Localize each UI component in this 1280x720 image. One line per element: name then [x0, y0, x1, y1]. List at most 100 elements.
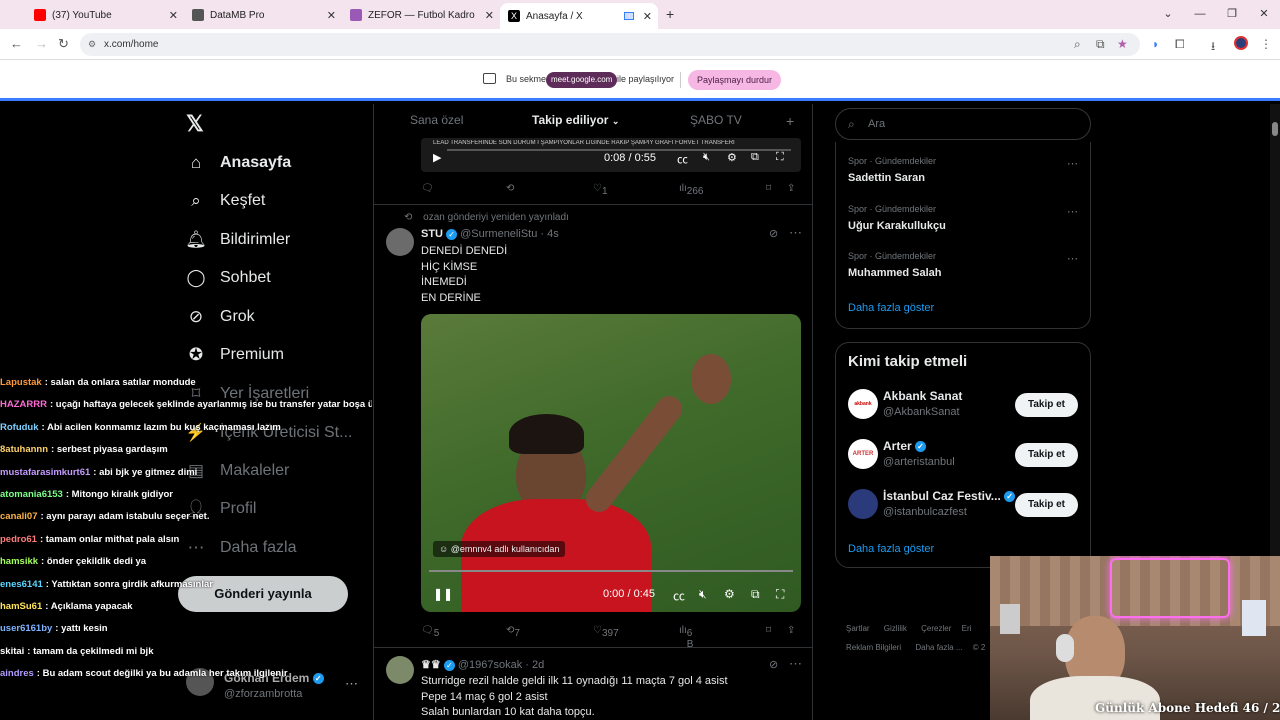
nav-explore[interactable]: ⌕ Keşfet	[186, 186, 265, 216]
download-icon[interactable]: ⭳	[1211, 37, 1215, 58]
star-icon[interactable]: ★	[1117, 37, 1128, 51]
grok-icon[interactable]: ⊘	[769, 227, 778, 240]
post-more-icon[interactable]: ⋯	[789, 656, 802, 672]
search-input[interactable]: ⌕ Ara	[835, 108, 1091, 140]
account-name[interactable]: Arter ✓	[883, 439, 927, 453]
trends-show-more-link[interactable]: Daha fazla göster	[848, 302, 934, 314]
captions-icon[interactable]: ㏄	[677, 151, 688, 167]
post-time[interactable]: 4s	[547, 228, 559, 240]
follow-button[interactable]: Takip et	[1015, 393, 1078, 417]
post-time[interactable]: 2d	[532, 659, 544, 671]
reload-icon[interactable]: ↻	[58, 36, 69, 52]
settings-icon[interactable]: ⚙	[724, 587, 735, 601]
nav-grok[interactable]: ⊘ Grok	[186, 302, 255, 332]
tab-x-home[interactable]: X Anasayfa / X ✕	[500, 3, 658, 29]
footer-link[interactable]: Reklam Bilgileri	[846, 643, 901, 652]
video-player[interactable]: LEAD TRANSFERİNDE SON DURUM İ ŞAMPİYONLA…	[421, 138, 801, 172]
close-icon[interactable]: ✕	[643, 10, 652, 23]
footer-link[interactable]: Şartlar	[846, 624, 870, 633]
trend-more-icon[interactable]: ⋯	[1067, 252, 1078, 265]
tab-following[interactable]: Takip ediliyor ⌄	[532, 113, 619, 127]
mute-icon[interactable]: 🔇︎	[699, 587, 707, 602]
x-logo-icon[interactable]: 𝕏	[186, 111, 204, 137]
back-icon[interactable]: ←	[10, 36, 23, 51]
forward-icon[interactable]: →	[35, 36, 48, 51]
add-tab-icon[interactable]: +	[786, 113, 794, 129]
suggested-account[interactable]: ARTER Arter ✓ @arteristanbul Takip et	[836, 435, 1090, 475]
trend-more-icon[interactable]: ⋯	[1067, 157, 1078, 170]
tab-zefor[interactable]: ZEFOR — Futbol Kadro Planlam ✕	[342, 4, 500, 26]
tab-youtube[interactable]: (37) YouTube ✕	[26, 4, 184, 26]
stop-sharing-button[interactable]: Paylaşmayı durdur	[688, 70, 782, 90]
share-icon[interactable]: ⇪	[787, 183, 795, 194]
follow-button[interactable]: Takip et	[1015, 493, 1078, 517]
trend-more-icon[interactable]: ⋯	[1067, 205, 1078, 218]
footer-link[interactable]: Daha fazla ...	[915, 643, 962, 652]
video-progress[interactable]	[447, 149, 791, 151]
chevron-down-icon[interactable]: ⌄	[1152, 0, 1184, 29]
like-button[interactable]: ♡ 397	[593, 625, 619, 639]
suggested-account[interactable]: akbank Akbank Sanat @AkbankSanat Takip e…	[836, 385, 1090, 425]
fullscreen-icon[interactable]: ⛶	[776, 151, 784, 164]
extensions-icon[interactable]: ⧠	[1175, 37, 1185, 52]
repost-icon[interactable]: ⟲	[506, 183, 514, 194]
post-more-icon[interactable]: ⋯	[789, 225, 802, 241]
repost-button[interactable]: ⟲ 7	[506, 625, 520, 639]
author-name[interactable]: STU	[421, 228, 443, 240]
mute-icon[interactable]: 🔇︎	[703, 151, 710, 164]
tab-sabo-tv[interactable]: ŞABO TV	[690, 113, 742, 127]
footer-link[interactable]: Gizlilik	[884, 624, 907, 633]
avatar[interactable]	[848, 489, 878, 519]
trend-item[interactable]: Spor · Gündemdekiler Muhammed Salah ⋯	[836, 245, 1090, 291]
video-attribution[interactable]: ☺ @emnnv4 adlı kullanıcıdan	[433, 541, 566, 557]
views-button[interactable]: ılı 266	[679, 183, 703, 197]
trend-item[interactable]: Spor · Gündemdekiler Sadettin Saran ⋯	[836, 150, 1090, 196]
avatar[interactable]: akbank	[848, 389, 878, 419]
avatar[interactable]	[386, 228, 414, 256]
close-icon[interactable]: ✕	[327, 9, 336, 22]
video-player[interactable]: ☺ @emnnv4 adlı kullanıcıdan ❚❚ 0:00 / 0:…	[421, 314, 801, 612]
tab-datamb[interactable]: DataMB Pro ✕	[184, 4, 342, 26]
avatar[interactable]: ARTER	[848, 439, 878, 469]
author-handle[interactable]: @1967sokak	[458, 659, 522, 671]
reply-icon[interactable]: 🗨︎	[421, 183, 434, 194]
menu-icon[interactable]: ⋮	[1260, 37, 1272, 51]
nav-home[interactable]: ⌂ Anasayfa	[186, 148, 291, 178]
who-show-more-link[interactable]: Daha fazla göster	[848, 543, 934, 555]
reply-button[interactable]: 🗨︎ 5	[421, 625, 439, 639]
grok-icon[interactable]: ⊘	[769, 658, 778, 671]
account-name[interactable]: İstanbul Caz Festiv... ✓	[883, 489, 1016, 503]
follow-button[interactable]: Takip et	[1015, 443, 1078, 467]
trend-item[interactable]: Spor · Gündemdekiler Uğur Karakullukçu ⋯	[836, 198, 1090, 244]
share-icon[interactable]: ⇪	[787, 625, 795, 636]
tab-for-you[interactable]: Sana özel	[410, 113, 463, 127]
account-name[interactable]: Akbank Sanat	[883, 389, 962, 403]
settings-icon[interactable]: ⚙	[727, 151, 737, 164]
nav-messages[interactable]: ◯ Sohbet	[186, 263, 270, 293]
suggested-account[interactable]: İstanbul Caz Festiv... ✓ @istanbulcazfes…	[836, 485, 1090, 525]
minimize-icon[interactable]: —	[1184, 0, 1216, 29]
captions-icon[interactable]: ㏄	[673, 587, 685, 604]
footer-link[interactable]: Eri	[962, 624, 972, 633]
close-icon[interactable]: ✕	[169, 9, 178, 22]
nav-premium[interactable]: ✪ Premium	[186, 340, 284, 370]
url-field[interactable]: ⚙ x.com/home	[80, 33, 1140, 56]
zoom-icon[interactable]: ⌕	[1074, 37, 1081, 52]
pip-icon[interactable]: ⧉	[751, 151, 759, 164]
scrollbar-thumb[interactable]	[1272, 122, 1278, 136]
close-icon[interactable]: ✕	[485, 9, 494, 22]
author-handle[interactable]: @SurmeneliStu	[460, 228, 537, 240]
views-button[interactable]: ılı 6 B	[679, 625, 693, 650]
nav-notifications[interactable]: 🔔︎ Bildirimler	[185, 225, 290, 255]
install-icon[interactable]: ⧉	[1096, 37, 1105, 52]
footer-link[interactable]: Çerezler	[921, 624, 951, 633]
avatar[interactable]	[386, 656, 414, 684]
bookmark-icon[interactable]: ⌑	[766, 183, 771, 194]
video-progress[interactable]	[429, 570, 793, 572]
author-name[interactable]: ♛♛	[421, 659, 441, 671]
profile-avatar-icon[interactable]	[1234, 36, 1248, 50]
pause-icon[interactable]: ❚❚	[433, 587, 453, 601]
bookmark-icon[interactable]: ⌑	[766, 625, 771, 636]
new-tab-button[interactable]: +	[666, 6, 674, 22]
maximize-icon[interactable]: ❐	[1216, 0, 1248, 29]
